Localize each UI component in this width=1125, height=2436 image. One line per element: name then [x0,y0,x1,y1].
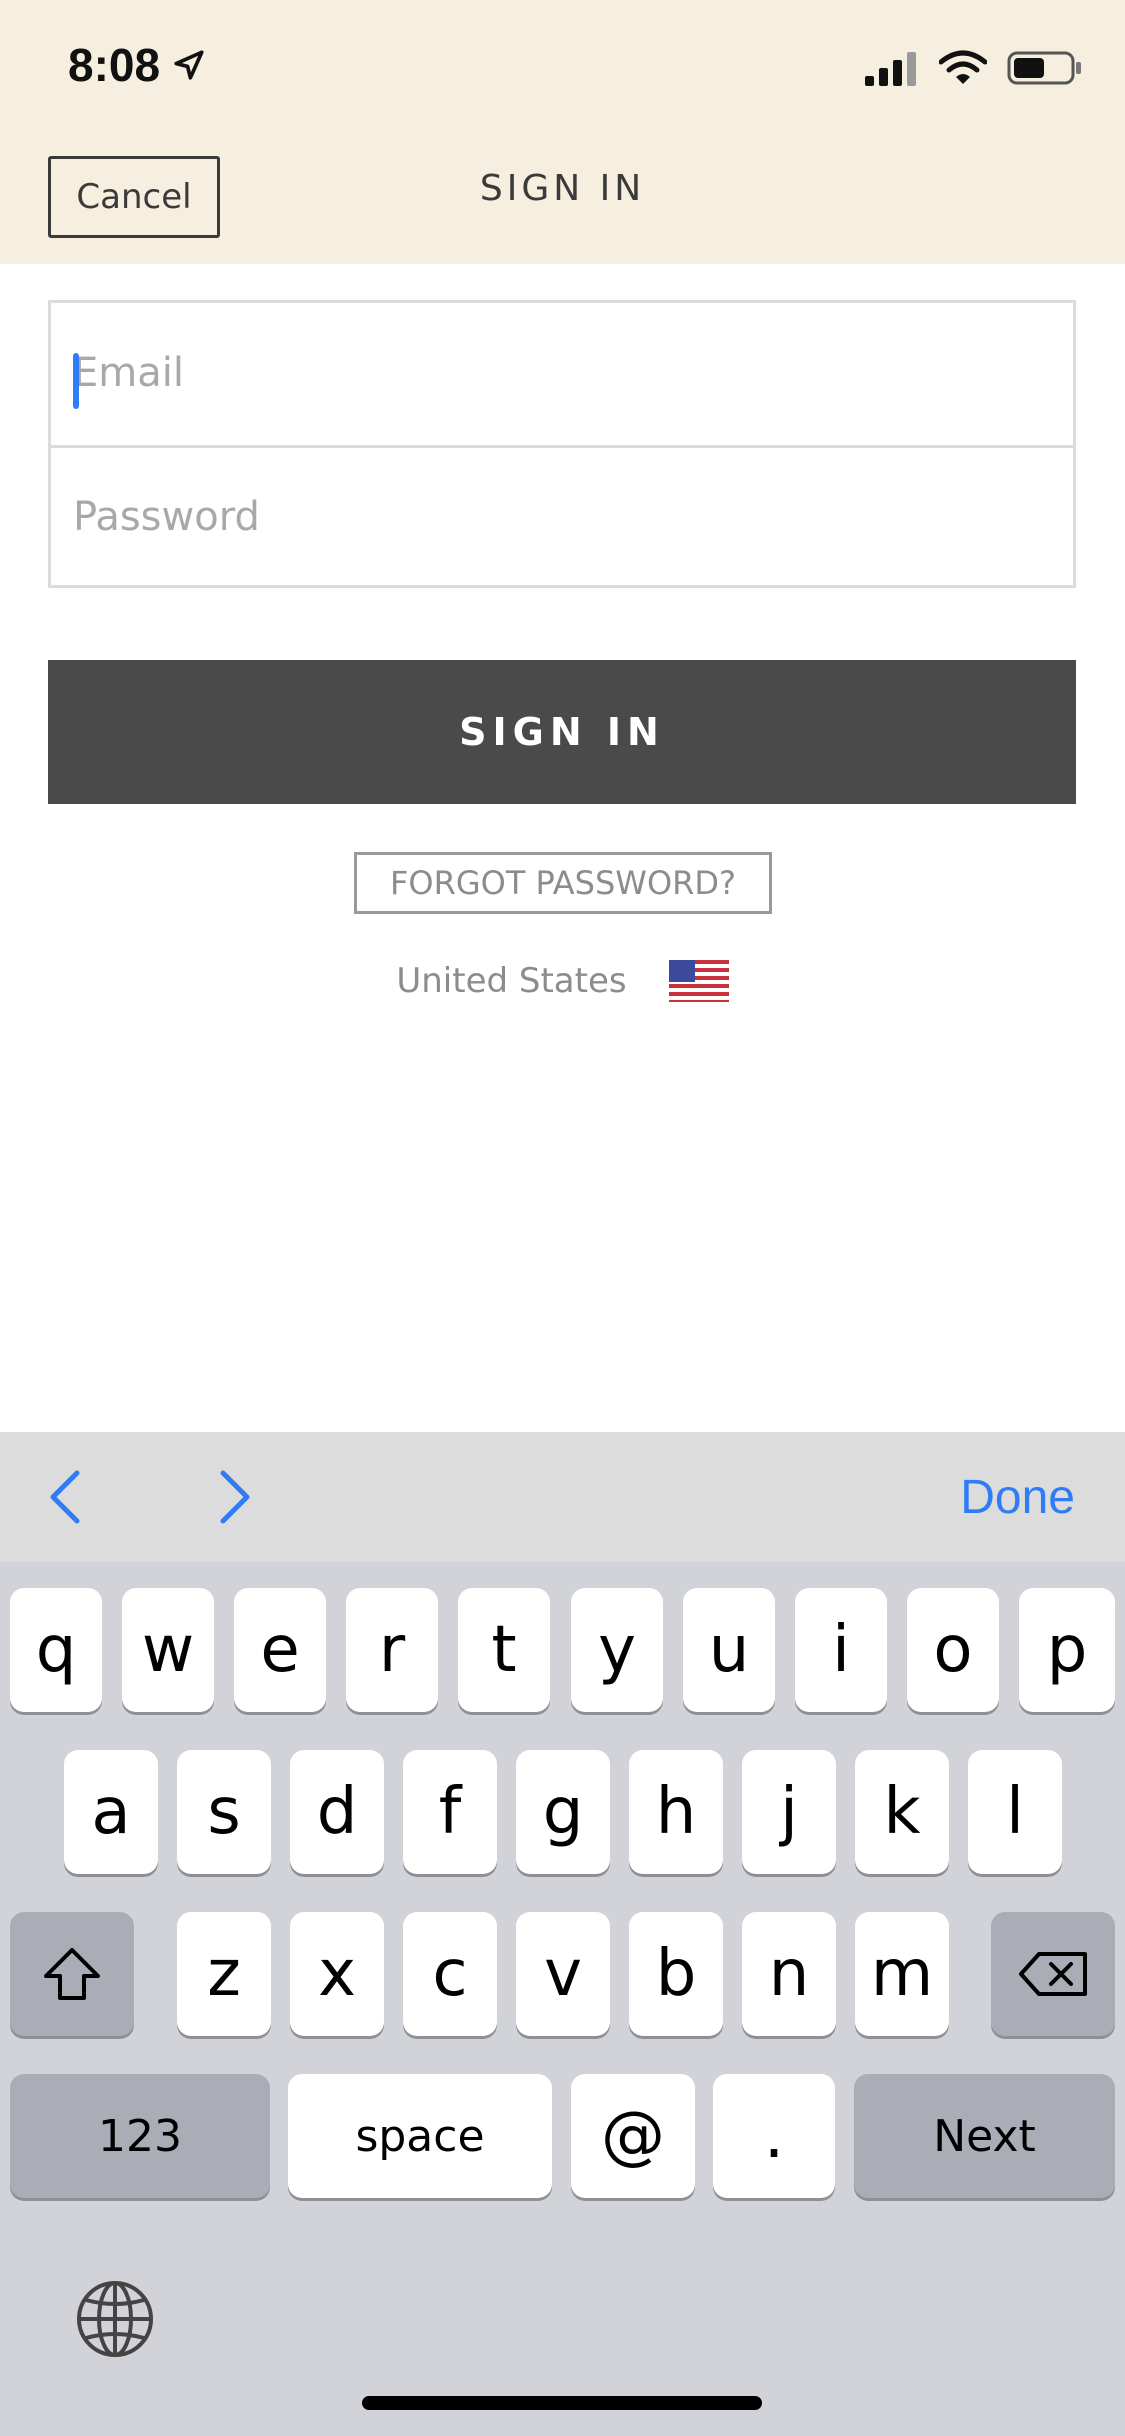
key-z[interactable]: z [177,1912,271,2036]
previous-field-button[interactable] [30,1462,100,1532]
country-label: United States [396,961,627,1001]
dot-key[interactable]: . [713,2074,835,2198]
key-o[interactable]: o [907,1588,999,1712]
location-arrow-icon [174,50,204,80]
page-title: SIGN IN [479,168,646,209]
wifi-icon [939,50,987,84]
chevron-right-icon [220,1470,250,1524]
status-indicators [865,48,1083,88]
next-field-button[interactable] [200,1462,270,1532]
numbers-key[interactable]: 123 [10,2074,270,2198]
key-t[interactable]: t [458,1588,550,1712]
key-i[interactable]: i [795,1588,887,1712]
key-m[interactable]: m [855,1912,949,2036]
key-e[interactable]: e [234,1588,326,1712]
sign-in-button[interactable]: SIGN IN [48,660,1076,804]
key-b[interactable]: b [629,1912,723,2036]
key-n[interactable]: n [742,1912,836,2036]
chevron-left-icon [50,1470,80,1524]
cellular-signal-icon [865,52,916,86]
battery-icon [1007,51,1081,85]
key-h[interactable]: h [629,1750,723,1874]
password-input[interactable] [51,445,1073,585]
us-flag-icon [668,960,729,1002]
key-q[interactable]: q [10,1588,102,1712]
shift-icon [44,1948,100,2000]
key-v[interactable]: v [516,1912,610,2036]
space-key[interactable]: space [288,2074,552,2198]
shift-key[interactable] [10,1912,134,2036]
time-text: 8:08 [68,39,161,91]
text-caret [73,353,79,409]
key-c[interactable]: c [403,1912,497,2036]
key-r[interactable]: r [346,1588,438,1712]
key-k[interactable]: k [855,1750,949,1874]
key-x[interactable]: x [290,1912,384,2036]
header: 8:08 Cancel SIGN IN [0,0,1125,264]
key-g[interactable]: g [516,1750,610,1874]
key-d[interactable]: d [290,1750,384,1874]
key-w[interactable]: w [122,1588,214,1712]
at-key[interactable]: @ [571,2074,695,2198]
backspace-icon [1019,1952,1087,1996]
key-p[interactable]: p [1019,1588,1115,1712]
key-l[interactable]: l [968,1750,1062,1874]
key-s[interactable]: s [177,1750,271,1874]
key-f[interactable]: f [403,1750,497,1874]
keyboard: q w e r t y u i o p a s d f g h j k l z … [0,1562,1125,2436]
key-j[interactable]: j [742,1750,836,1874]
next-key[interactable]: Next [854,2074,1115,2198]
done-button[interactable]: Done [960,1470,1075,1525]
globe-icon[interactable] [74,2278,156,2360]
keyboard-accessory-bar: Done [0,1432,1125,1562]
status-time: 8:08 [68,38,206,92]
country-selector[interactable]: United States [0,960,1125,1002]
key-u[interactable]: u [683,1588,775,1712]
key-y[interactable]: y [571,1588,663,1712]
backspace-key[interactable] [991,1912,1115,2036]
key-a[interactable]: a [64,1750,158,1874]
login-form [48,300,1076,588]
forgot-password-button[interactable]: FORGOT PASSWORD? [354,852,772,914]
home-indicator [362,2396,762,2410]
email-input[interactable] [51,303,1073,443]
